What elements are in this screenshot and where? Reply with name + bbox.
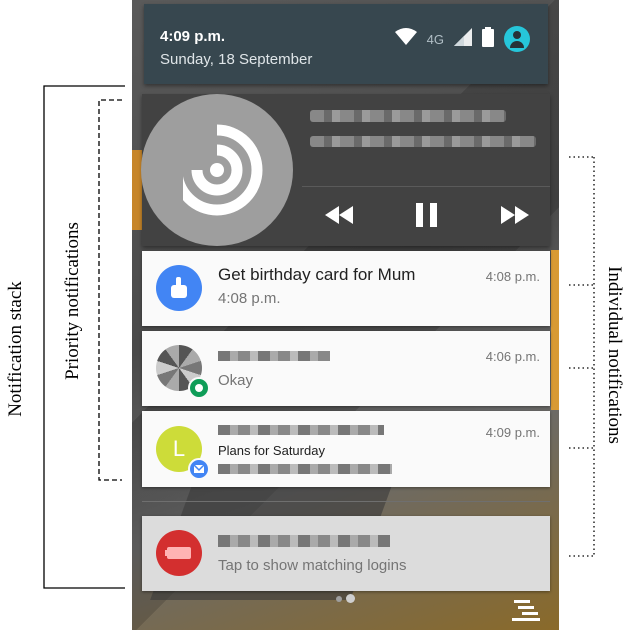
media-divider xyxy=(302,186,550,187)
mail-badge-icon xyxy=(188,458,210,480)
section-divider xyxy=(142,501,550,502)
battery-icon xyxy=(482,26,494,52)
user-avatar-icon[interactable] xyxy=(504,26,530,52)
message-preview-redacted xyxy=(218,464,392,474)
individual-notifications-label: Individual notifications xyxy=(604,266,625,444)
hangouts-badge-icon xyxy=(188,377,210,399)
signal-icon xyxy=(454,27,472,51)
status-time: 4:09 p.m. xyxy=(160,28,226,45)
media-controls xyxy=(322,202,532,228)
rewind-icon[interactable] xyxy=(322,202,356,228)
priority-notifications-label: Priority notifications xyxy=(62,222,83,380)
notification-text: 4:08 p.m. xyxy=(218,290,281,307)
sender-name-redacted xyxy=(218,351,330,361)
wallpaper-accent xyxy=(551,250,559,410)
network-type-label: 4G xyxy=(426,31,444,47)
notification-title: Get birthday card for Mum xyxy=(218,265,416,284)
page-dot xyxy=(346,594,355,603)
reminder-hand-icon xyxy=(156,265,202,311)
pause-icon[interactable] xyxy=(410,202,444,228)
notification-time: 4:09 p.m. xyxy=(485,425,540,440)
lastpass-icon xyxy=(156,530,202,576)
notification-card[interactable]: L Plans for Saturday 4:09 p.m. xyxy=(142,411,550,487)
stack-bracket xyxy=(43,85,125,589)
page-indicator xyxy=(336,594,355,603)
media-subtitle-redacted xyxy=(310,136,536,147)
wifi-icon xyxy=(394,27,417,51)
fast-forward-icon[interactable] xyxy=(498,202,532,228)
media-title-redacted xyxy=(310,110,506,122)
notification-text: Okay xyxy=(218,372,254,389)
notification-subject: Plans for Saturday xyxy=(218,443,325,458)
notification-text: Tap to show matching logins xyxy=(218,557,407,574)
notification-card[interactable]: Get birthday card for Mum 4:08 p.m. 4:08… xyxy=(142,251,550,326)
app-name-redacted xyxy=(218,535,390,547)
page-dot xyxy=(336,595,342,602)
notification-card[interactable]: Okay 4:06 p.m. xyxy=(142,331,550,406)
media-notification[interactable] xyxy=(141,94,550,246)
status-icons: 4G xyxy=(394,26,530,52)
notification-time: 4:06 p.m. xyxy=(485,349,540,364)
clear-all-icon[interactable] xyxy=(510,598,542,624)
sender-name-redacted xyxy=(218,425,384,435)
individual-leaders xyxy=(569,156,595,557)
notification-stack-label: Notification stack xyxy=(5,281,26,417)
priority-bracket xyxy=(98,99,122,481)
phone-screen: 4:09 p.m. Sunday, 18 September 4G Get bi… xyxy=(132,0,559,630)
status-bar: 4:09 p.m. Sunday, 18 September 4G xyxy=(144,4,548,84)
podcast-app-icon xyxy=(141,94,293,246)
notification-time: 4:08 p.m. xyxy=(485,269,540,284)
status-date: Sunday, 18 September xyxy=(160,51,313,68)
notification-card[interactable]: Tap to show matching logins xyxy=(142,516,550,591)
